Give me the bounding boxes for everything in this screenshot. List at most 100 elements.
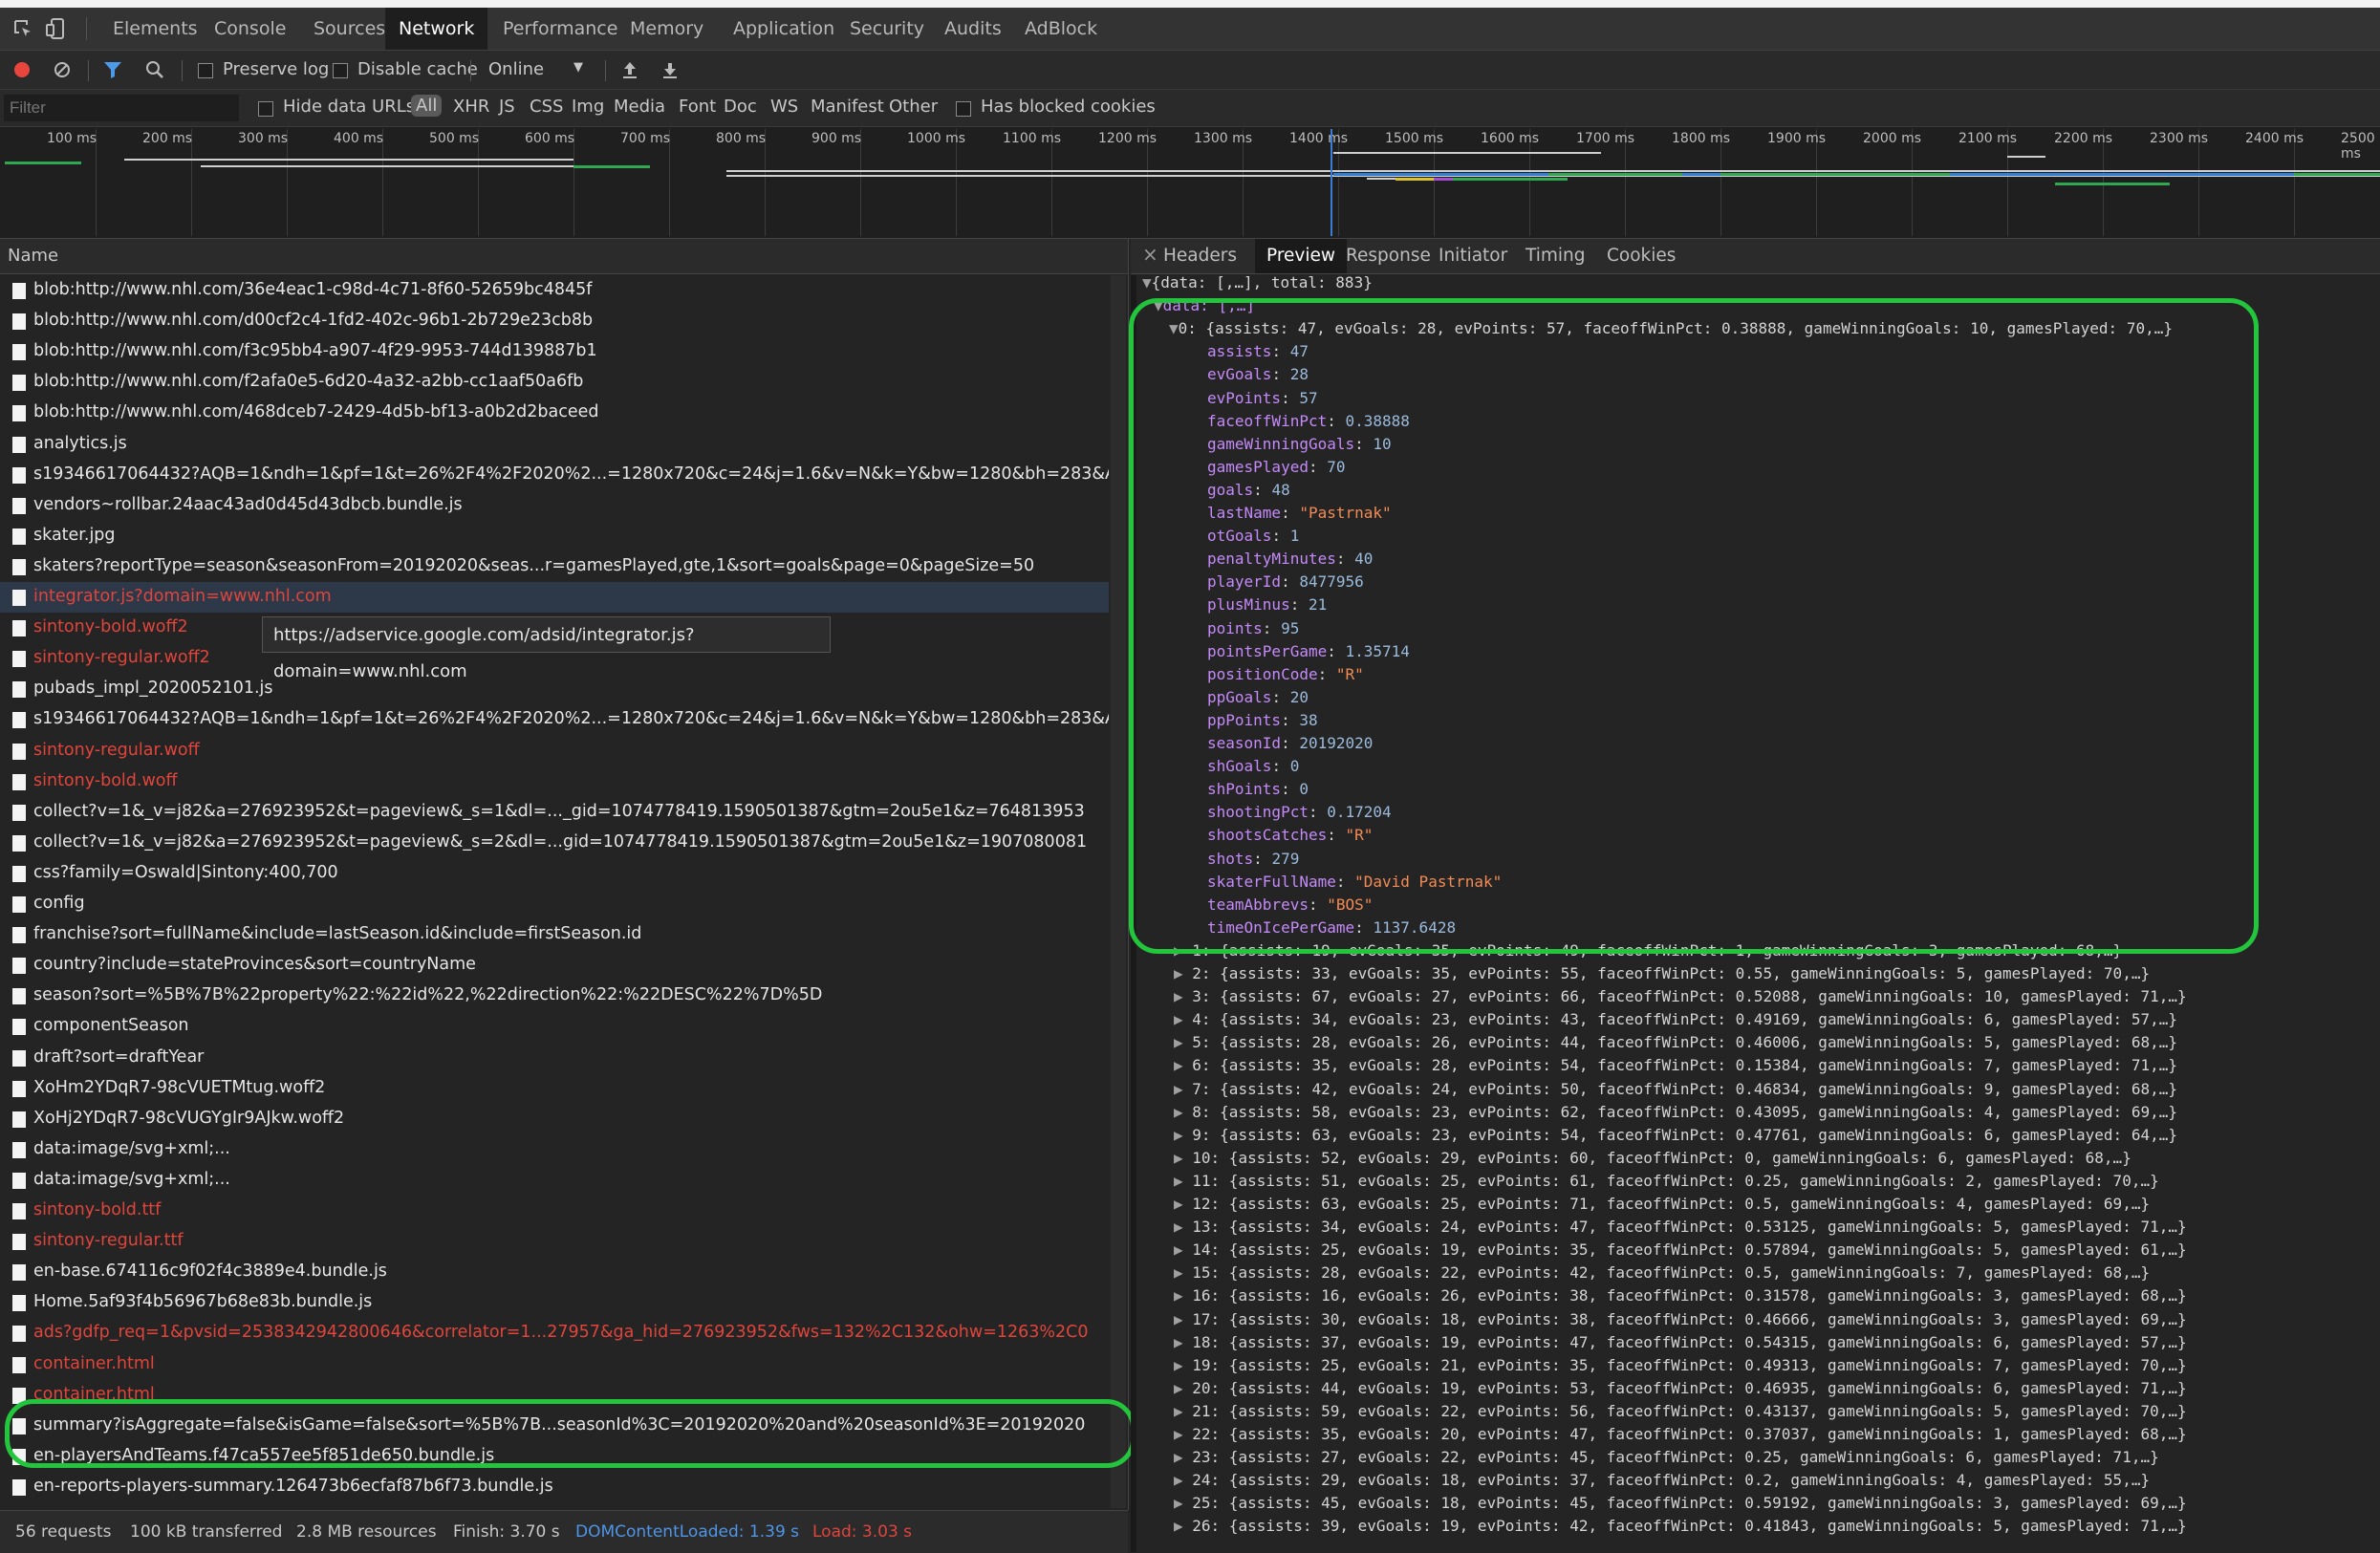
- type-filter-media[interactable]: Media: [614, 97, 665, 117]
- tab-adblock[interactable]: AdBlock: [1011, 8, 1111, 50]
- json-item[interactable]: ▶ 2: {assists: 33, evGoals: 35, evPoints…: [1174, 964, 2150, 982]
- type-filter-manifest[interactable]: Manifest: [811, 97, 884, 117]
- name-column-header[interactable]: Name: [0, 239, 1128, 274]
- json-item[interactable]: ▶ 4: {assists: 34, evGoals: 23, evPoints…: [1174, 1010, 2177, 1028]
- tab-audits[interactable]: Audits: [931, 8, 1015, 50]
- request-row[interactable]: collect?v=1&_v=j82&a=276923952&t=pagevie…: [0, 828, 1109, 858]
- json-item[interactable]: ▶ 16: {assists: 16, evGoals: 26, evPoint…: [1174, 1286, 2187, 1305]
- timeline-overview[interactable]: 100 ms 200 ms 300 ms 400 ms 500 ms 600 ms 700 …: [0, 127, 2380, 239]
- request-row[interactable]: s19346617064432?AQB=1&ndh=1&pf=1&t=26%2F…: [0, 460, 1109, 490]
- preserve-log-checkbox[interactable]: [198, 63, 213, 78]
- request-row[interactable]: sintony-bold.woff: [0, 766, 1109, 797]
- json-item[interactable]: ▶ 8: {assists: 58, evGoals: 23, evPoints…: [1174, 1103, 2177, 1121]
- json-item[interactable]: ▶ 13: {assists: 34, evGoals: 24, evPoint…: [1174, 1218, 2187, 1236]
- request-row[interactable]: collect?v=1&_v=j82&a=276923952&t=pagevie…: [0, 797, 1109, 828]
- request-row[interactable]: ads?gdfp_req=1&pvsid=2538342942800646&co…: [0, 1318, 1109, 1348]
- json-root[interactable]: ▼{data: [,…], total: 883}: [1142, 275, 1373, 291]
- request-row[interactable]: blob:http://www.nhl.com/468dceb7-2429-4d…: [0, 398, 1109, 428]
- request-row[interactable]: en-reports-players-summary.126473b6ecfaf…: [0, 1472, 1109, 1502]
- tab-elements[interactable]: Elements: [99, 8, 211, 50]
- json-item[interactable]: ▶ 19: {assists: 25, evGoals: 21, evPoint…: [1174, 1356, 2187, 1374]
- inspect-element-icon[interactable]: [13, 19, 32, 38]
- request-row[interactable]: sintony-regular.woff: [0, 736, 1109, 766]
- chevron-down-icon[interactable]: ▼: [573, 60, 583, 75]
- request-list-scrollbar[interactable]: [1111, 275, 1126, 1508]
- request-row[interactable]: sintony-bold.ttf: [0, 1196, 1109, 1226]
- request-row[interactable]: sintony-regular.ttf: [0, 1226, 1109, 1257]
- request-row[interactable]: skater.jpg: [0, 521, 1109, 551]
- json-item[interactable]: ▶ 23: {assists: 27, evGoals: 22, evPoint…: [1174, 1448, 2159, 1466]
- json-item[interactable]: ▶ 21: {assists: 59, evGoals: 22, evPoint…: [1174, 1402, 2187, 1420]
- request-row[interactable]: vendors~rollbar.24aac43ad0d45d43dbcb.bun…: [0, 490, 1109, 521]
- search-icon[interactable]: [145, 60, 164, 79]
- details-tab-response[interactable]: Response: [1334, 239, 1442, 273]
- json-item[interactable]: ▶ 5: {assists: 28, evGoals: 26, evPoints…: [1174, 1033, 2177, 1051]
- type-filter-xhr[interactable]: XHR: [453, 97, 489, 117]
- details-tab-preview[interactable]: Preview: [1255, 239, 1348, 273]
- blocked-cookies-checkbox[interactable]: [956, 101, 971, 117]
- request-row[interactable]: skaters?reportType=season&seasonFrom=201…: [0, 551, 1109, 582]
- type-filter-css[interactable]: CSS: [530, 97, 563, 117]
- import-har-icon[interactable]: [621, 60, 638, 79]
- request-row[interactable]: componentSeason: [0, 1011, 1109, 1042]
- type-filter-other[interactable]: Other: [889, 97, 938, 117]
- filter-input[interactable]: [4, 95, 239, 121]
- request-row[interactable]: data:image/svg+xml;...: [0, 1165, 1109, 1196]
- throttling-select[interactable]: Online: [488, 59, 544, 79]
- hide-data-urls-checkbox[interactable]: [258, 101, 273, 117]
- json-item[interactable]: ▶ 10: {assists: 52, evGoals: 29, evPoint…: [1174, 1149, 2131, 1167]
- request-row[interactable]: blob:http://www.nhl.com/36e4eac1-c98d-4c…: [0, 275, 1109, 306]
- request-row[interactable]: config: [0, 889, 1109, 919]
- json-item[interactable]: ▶ 25: {assists: 45, evGoals: 18, evPoint…: [1174, 1494, 2187, 1512]
- request-row[interactable]: franchise?sort=fullName&include=lastSeas…: [0, 919, 1109, 950]
- request-row[interactable]: integrator.js?domain=www.nhl.com: [0, 582, 1109, 613]
- request-row[interactable]: pubads_impl_2020052101.js: [0, 674, 1109, 704]
- json-item[interactable]: ▶ 6: {assists: 35, evGoals: 28, evPoints…: [1174, 1056, 2177, 1074]
- details-tab-cookies[interactable]: Cookies: [1595, 239, 1687, 273]
- clear-icon[interactable]: [54, 61, 71, 78]
- record-icon[interactable]: [14, 62, 30, 77]
- disable-cache-checkbox[interactable]: [333, 63, 348, 78]
- tab-memory[interactable]: Memory: [617, 8, 717, 50]
- request-row[interactable]: analytics.js: [0, 429, 1109, 460]
- json-item[interactable]: ▶ 9: {assists: 63, evGoals: 23, evPoints…: [1174, 1126, 2177, 1144]
- details-tab-initiator[interactable]: Initiator: [1427, 239, 1519, 273]
- request-row[interactable]: data:image/svg+xml;...: [0, 1134, 1109, 1165]
- type-filter-font[interactable]: Font: [679, 97, 716, 117]
- request-row[interactable]: container.html: [0, 1349, 1109, 1380]
- tab-network[interactable]: Network: [385, 8, 488, 50]
- request-row[interactable]: s19346617064432?AQB=1&ndh=1&pf=1&t=26%2F…: [0, 704, 1109, 735]
- type-filter-js[interactable]: JS: [499, 97, 515, 117]
- request-row[interactable]: country?include=stateProvinces&sort=coun…: [0, 950, 1109, 981]
- request-row[interactable]: XoHj2YDqR7-98cVUGYgIr9AJkw.woff2: [0, 1104, 1109, 1134]
- json-item[interactable]: ▶ 24: {assists: 29, evGoals: 18, evPoint…: [1174, 1471, 2150, 1489]
- request-row[interactable]: Home.5af93f4b56967b68e83b.bundle.js: [0, 1287, 1109, 1318]
- json-item[interactable]: ▶ 14: {assists: 25, evGoals: 19, evPoint…: [1174, 1240, 2187, 1259]
- tab-sources[interactable]: Sources: [300, 8, 399, 50]
- tab-console[interactable]: Console: [201, 8, 299, 50]
- tab-application[interactable]: Application: [720, 8, 848, 50]
- type-filter-doc[interactable]: Doc: [724, 97, 757, 117]
- json-item[interactable]: ▶ 15: {assists: 28, evGoals: 22, evPoint…: [1174, 1263, 2150, 1282]
- type-filter-ws[interactable]: WS: [770, 97, 798, 117]
- tab-performance[interactable]: Performance: [489, 8, 631, 50]
- request-row[interactable]: draft?sort=draftYear: [0, 1043, 1109, 1073]
- request-row[interactable]: en-base.674116c9f02f4c3889e4.bundle.js: [0, 1257, 1109, 1287]
- request-row[interactable]: XoHm2YDqR7-98cVUETMtug.woff2: [0, 1073, 1109, 1104]
- request-row[interactable]: css?family=Oswald|Sintony:400,700: [0, 858, 1109, 889]
- json-item[interactable]: ▶ 22: {assists: 35, evGoals: 20, evPoint…: [1174, 1425, 2187, 1443]
- details-tab-headers[interactable]: Headers: [1152, 239, 1248, 273]
- export-har-icon[interactable]: [661, 60, 679, 79]
- json-item[interactable]: ▶ 12: {assists: 63, evGoals: 25, evPoint…: [1174, 1195, 2150, 1213]
- tab-security[interactable]: Security: [836, 8, 938, 50]
- request-row[interactable]: blob:http://www.nhl.com/d00cf2c4-1fd2-40…: [0, 306, 1109, 336]
- type-filter-img[interactable]: Img: [572, 97, 604, 117]
- request-row[interactable]: blob:http://www.nhl.com/f2afa0e5-6d20-4a…: [0, 367, 1109, 398]
- device-toolbar-icon[interactable]: [46, 18, 65, 39]
- type-filter-all[interactable]: All: [411, 95, 443, 117]
- request-row[interactable]: blob:http://www.nhl.com/f3c95bb4-a907-4f…: [0, 336, 1109, 367]
- json-item[interactable]: ▶ 11: {assists: 51, evGoals: 25, evPoint…: [1174, 1172, 2159, 1190]
- request-row[interactable]: season?sort=%5B%7B%22property%22:%22id%2…: [0, 981, 1109, 1011]
- json-item[interactable]: ▶ 18: {assists: 37, evGoals: 19, evPoint…: [1174, 1333, 2187, 1351]
- json-item[interactable]: ▶ 20: {assists: 44, evGoals: 19, evPoint…: [1174, 1379, 2187, 1397]
